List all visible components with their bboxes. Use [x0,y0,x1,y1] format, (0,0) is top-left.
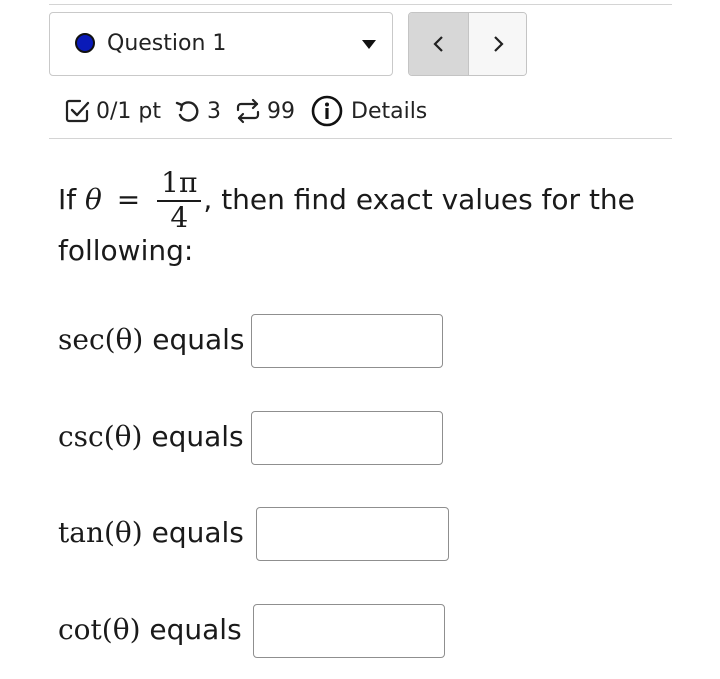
question-meta-row: 0/1 pt 3 99 Details [64,93,427,129]
tan-answer-input[interactable] [256,507,449,561]
question-status-dot [75,33,95,53]
sec-answer-input[interactable] [251,314,443,368]
cot-row-label: cot(θ) equals [58,613,242,646]
attempts-count: 3 [207,98,221,124]
caret-down-icon [362,40,376,49]
checkbox-check-icon [65,99,90,123]
angle-fraction: 1π 4 [157,168,202,234]
tan-equals-text: equals [151,516,244,549]
tan-function: tan(θ) [58,516,143,549]
top-divider [49,4,672,5]
csc-function: csc(θ) [58,420,143,453]
csc-equals-text: equals [151,420,244,453]
problem-statement: If θ = 1π 4 , then find exact values for… [58,168,678,268]
details-label: Details [351,98,428,124]
problem-prefix: If [58,183,77,216]
sec-row-label: sec(θ) equals [58,323,245,356]
info-icon [311,95,343,127]
chevron-left-icon [432,36,443,52]
theta-symbol: θ [85,183,102,216]
sec-function: sec(θ) [58,323,144,356]
equals-sign: = [116,183,141,216]
score-text: 0/1 pt [96,98,161,124]
problem-text: , then find exact values for the followi… [58,183,635,267]
cot-answer-input[interactable] [253,604,445,658]
chevron-right-icon [493,36,504,52]
cot-equals-text: equals [149,613,242,646]
versions-indicator: 99 [233,97,295,125]
meta-divider [49,138,672,139]
details-link[interactable]: Details [311,95,427,127]
question-select[interactable]: Question 1 [49,12,393,76]
tan-row-label: tan(θ) equals [58,516,244,549]
score-indicator: 0/1 pt [64,98,161,124]
next-question-button[interactable] [469,13,526,75]
attempts-indicator: 3 [173,97,221,125]
retry-icon [175,101,199,122]
csc-row-label: csc(θ) equals [58,420,244,453]
previous-question-button[interactable] [409,13,469,75]
csc-answer-input[interactable] [251,411,443,465]
fraction-numerator: 1π [157,168,202,202]
sec-equals-text: equals [152,323,245,356]
versions-count: 99 [267,98,295,124]
cot-function: cot(θ) [58,613,141,646]
repeat-icon [236,98,260,124]
question-pager [408,12,527,76]
fraction-denominator: 4 [170,201,189,234]
question-select-label: Question 1 [107,31,227,56]
